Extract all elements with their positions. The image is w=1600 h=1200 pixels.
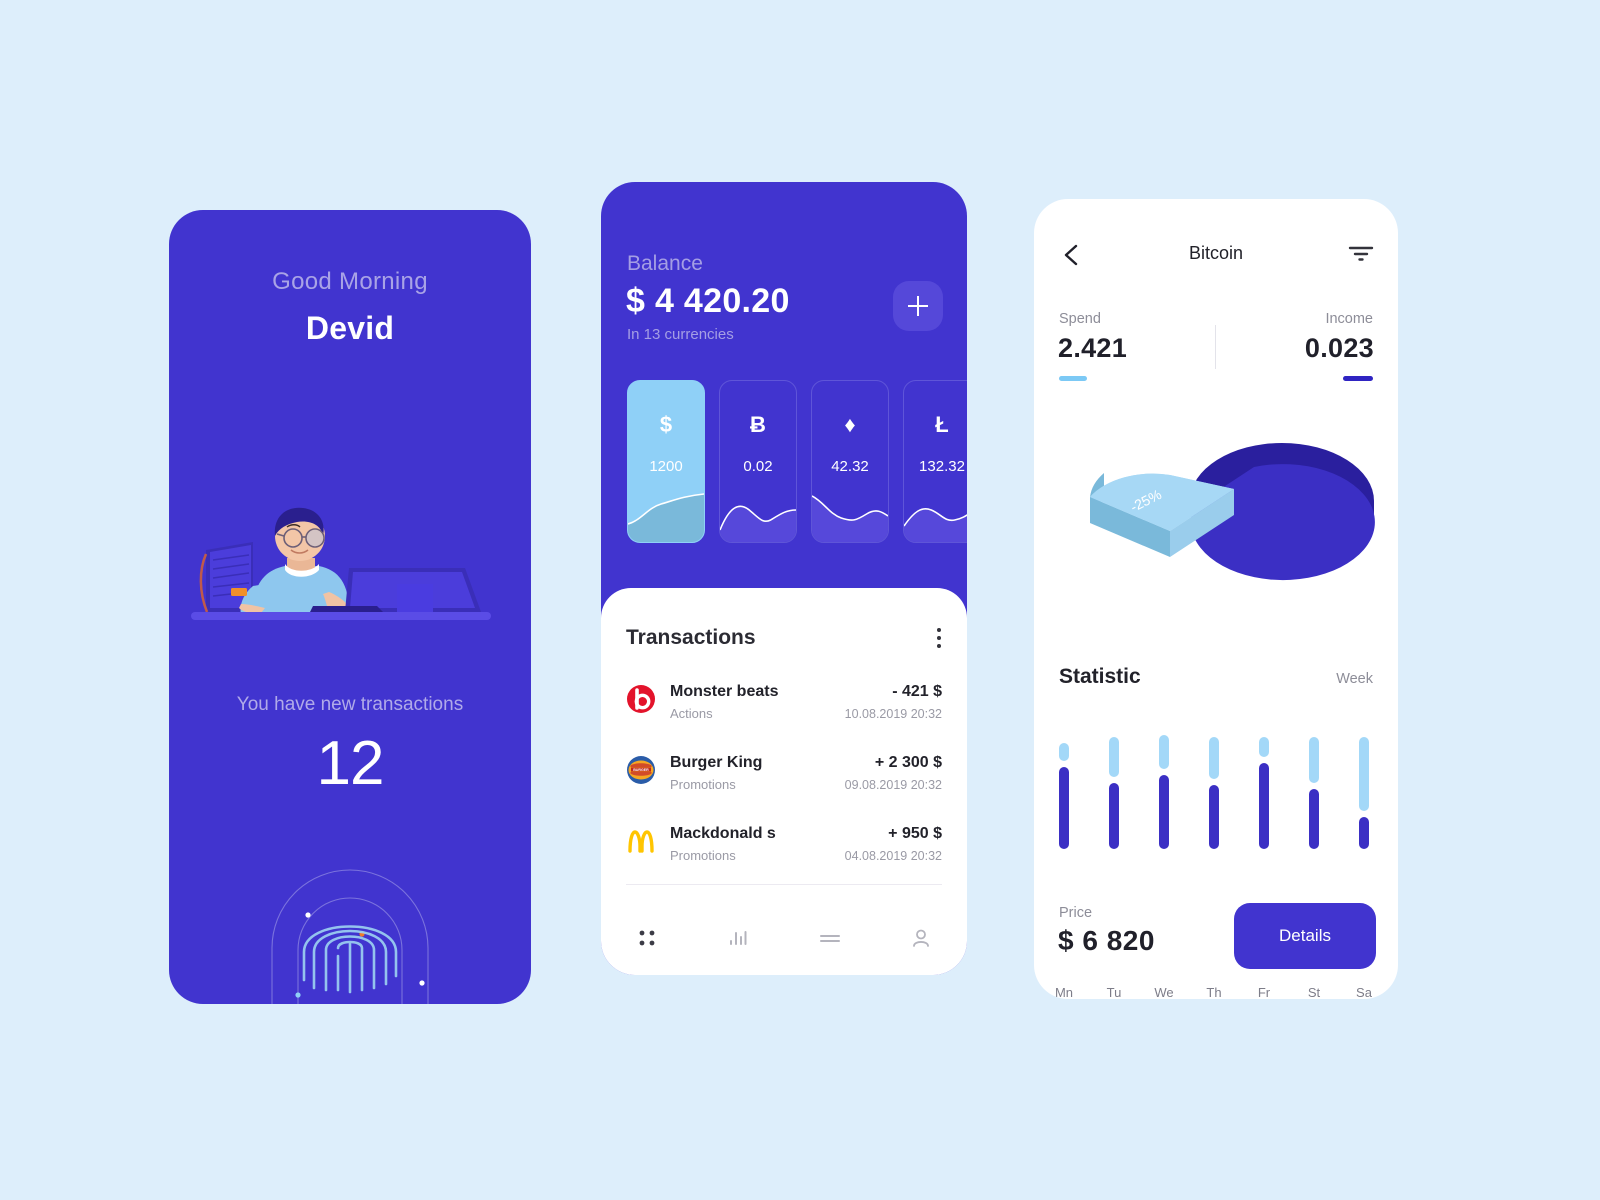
table-row[interactable]: Mackdonald s Promotions + 950 $ 04.08.20… — [626, 816, 942, 887]
divider — [1215, 325, 1216, 369]
nav-dashboard[interactable] — [601, 900, 693, 975]
table-row[interactable]: Monster beats Actions - 421 $ 10.08.2019… — [626, 674, 942, 745]
kebab-menu-icon[interactable] — [937, 628, 941, 652]
spend-value: 2.421 — [1058, 333, 1128, 363]
currency-value: 42.32 — [831, 458, 869, 475]
bar-chart-icon — [730, 930, 747, 945]
add-currency-button[interactable] — [893, 281, 943, 331]
details-button[interactable]: Details — [1234, 903, 1376, 969]
currency-card-bitcoin[interactable]: Ƀ 0.02 — [719, 380, 797, 543]
sparkline-litecoin — [904, 508, 967, 542]
filter-icon[interactable] — [1348, 243, 1374, 263]
income-value: 0.023 — [1304, 333, 1374, 363]
balance-subtitle: In 13 currencies — [627, 326, 734, 343]
user-name: Devid — [305, 310, 395, 346]
bar-label: We — [1154, 985, 1174, 999]
burger-king-logo: BURGER — [627, 756, 655, 784]
transaction-category: Promotions — [670, 848, 736, 863]
period-selector[interactable]: Week — [1336, 671, 1373, 687]
mcdonalds-logo — [628, 830, 654, 853]
bar-label: Mn — [1054, 985, 1074, 999]
currency-card-dollar[interactable]: $ 1200 — [627, 380, 705, 543]
transaction-category: Promotions — [670, 777, 736, 792]
sparkline-ethereum — [812, 495, 888, 542]
screenshot-canvas: Good Morning Devid You have new transact… — [0, 0, 1600, 1200]
nav-statistics[interactable] — [693, 900, 785, 975]
transaction-date: 09.08.2019 20:32 — [844, 778, 942, 792]
greeting-text: Good Morning — [272, 268, 428, 295]
income-label: Income — [1325, 311, 1373, 327]
fingerprint-icon[interactable] — [250, 840, 450, 1004]
transactions-list: Monster beats Actions - 421 $ 10.08.2019… — [626, 674, 942, 887]
transaction-date: 04.08.2019 20:32 — [844, 849, 942, 863]
bar-label: Sa — [1356, 985, 1372, 999]
currency-card-ethereum[interactable]: ♦ 42.32 — [811, 380, 889, 543]
transaction-name: Monster beats — [670, 683, 779, 700]
currency-value: 0.02 — [743, 458, 773, 475]
page-title: Bitcoin — [1188, 243, 1244, 263]
currency-card-list: $ 1200 Ƀ 0.02 ♦ 42.32 Ł 132.32 — [627, 380, 967, 543]
transaction-amount: + 2 300 $ — [874, 754, 942, 771]
divider — [626, 884, 942, 885]
bar-chart: Mn Tu We Th Fr St Sa — [1055, 719, 1375, 999]
transaction-category: Actions — [670, 706, 713, 721]
income-indicator — [1343, 376, 1373, 381]
transaction-name: Burger King — [670, 754, 763, 771]
bar-label: Th — [1206, 985, 1222, 999]
currency-card-litecoin[interactable]: Ł 132.32 — [903, 380, 967, 543]
phone-wallet-screen: Balance $ 4 420.20 In 13 currencies $ 12… — [601, 182, 967, 975]
pie-chart: -25% — [1090, 443, 1375, 581]
transactions-panel: Transactions Monster beats Actions - 421… — [601, 588, 967, 975]
transaction-name: Mackdonald s — [670, 825, 776, 842]
litecoin-icon: Ł — [935, 412, 949, 437]
transactions-title: Transactions — [626, 626, 756, 649]
price-label: Price — [1059, 905, 1093, 921]
currency-value: 132.32 — [919, 458, 965, 475]
spend-indicator — [1059, 376, 1087, 381]
statistic-title: Statistic — [1059, 665, 1141, 688]
balance-amount: $ 4 420.20 — [626, 282, 790, 320]
bitcoin-icon: Ƀ — [750, 412, 766, 437]
bar-label: St — [1307, 985, 1321, 999]
nav-profile[interactable] — [876, 900, 968, 975]
currency-value: 1200 — [649, 458, 683, 475]
sparkline-dollar — [628, 493, 704, 542]
bar-label: Fr — [1257, 985, 1271, 999]
transaction-date: 10.08.2019 20:32 — [844, 707, 942, 721]
sparkline-bitcoin — [720, 505, 796, 542]
svg-text:BURGER: BURGER — [633, 768, 649, 772]
phone-welcome-screen: Good Morning Devid You have new transact… — [169, 210, 531, 1004]
transaction-amount: - 421 $ — [892, 683, 942, 700]
transaction-count: 12 — [316, 729, 385, 798]
man-at-laptop-illustration — [191, 507, 491, 620]
transaction-amount: + 950 $ — [888, 825, 942, 842]
balance-label: Balance — [627, 252, 703, 275]
price-value: $ 6 820 — [1058, 925, 1155, 956]
beats-logo — [627, 685, 655, 713]
person-icon — [913, 929, 930, 947]
menu-lines-icon — [819, 934, 840, 942]
grid-dots-icon — [639, 930, 655, 945]
spend-label: Spend — [1059, 311, 1101, 327]
dollar-icon: $ — [659, 412, 673, 437]
phone-bitcoin-screen: Bitcoin Spend 2.421 Income 0.023 -25% St… — [1034, 199, 1398, 999]
nav-menu[interactable] — [784, 900, 876, 975]
new-transactions-label: You have new transactions — [236, 694, 464, 715]
table-row[interactable]: BURGER Burger King Promotions + 2 300 $ … — [626, 745, 942, 816]
bottom-navigation-bar — [601, 900, 967, 975]
ethereum-icon: ♦ — [844, 412, 856, 437]
bar-label: Tu — [1106, 985, 1122, 999]
